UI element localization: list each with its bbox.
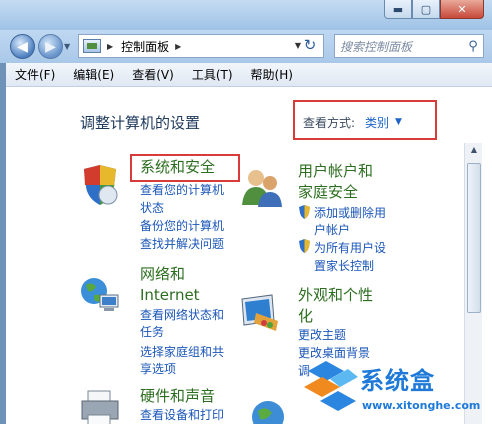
appearance-title-line1[interactable]: 外观和个性: [298, 285, 373, 306]
address-bar[interactable]: ▶ 控制面板 ▶ ▼: [78, 34, 324, 58]
minimize-button[interactable]: ▬: [384, 0, 412, 19]
network-globe-icon[interactable]: [78, 273, 122, 317]
menu-edit[interactable]: 编辑(E): [64, 66, 123, 83]
appearance-title-line2[interactable]: 化: [298, 306, 313, 327]
search-box[interactable]: 搜索控制面板 ⚲: [334, 34, 484, 58]
user-accounts-title-line1[interactable]: 用户帐户和: [298, 161, 373, 182]
watermark-name: 系统盒: [360, 367, 435, 395]
link-view-computer-status[interactable]: 查看您的计算机: [140, 182, 224, 198]
recent-pages-dropdown-icon[interactable]: ▼: [64, 42, 70, 51]
view-by-chevron-icon[interactable]: ▼: [395, 117, 402, 127]
link-view-computer-status-cont[interactable]: 状态: [140, 200, 164, 216]
menu-file[interactable]: 文件(F): [6, 66, 64, 83]
link-troubleshoot[interactable]: 查找并解决问题: [140, 236, 224, 252]
menu-bar: 文件(F) 编辑(E) 查看(V) 工具(T) 帮助(H): [6, 63, 492, 87]
window-controls: ▬ ▢ ✕: [384, 0, 484, 19]
link-homegroup[interactable]: 选择家庭组和共: [140, 344, 224, 360]
link-add-remove-user-cont[interactable]: 户帐户: [314, 222, 350, 238]
maximize-button[interactable]: ▢: [412, 0, 440, 19]
network-title-line2[interactable]: Internet: [140, 285, 200, 306]
link-backup-computer[interactable]: 备份您的计算机: [140, 218, 224, 234]
breadcrumb-separator-icon[interactable]: ▶: [107, 42, 113, 51]
menu-help[interactable]: 帮助(H): [242, 66, 302, 83]
search-icon[interactable]: ⚲: [463, 39, 483, 54]
network-title-line1[interactable]: 网络和: [140, 264, 185, 285]
printer-icon[interactable]: [78, 387, 122, 424]
hardware-sound-title[interactable]: 硬件和声音: [140, 386, 215, 407]
menu-view[interactable]: 查看(V): [123, 66, 183, 83]
back-button[interactable]: ◀: [10, 34, 35, 59]
uac-shield-icon: [299, 239, 310, 253]
control-panel-icon: [83, 39, 101, 53]
watermark-url: www.xitonghe.com: [362, 399, 481, 412]
link-add-remove-user[interactable]: 添加或删除用: [314, 205, 386, 221]
shield-icon[interactable]: [78, 163, 122, 207]
scroll-thumb[interactable]: [467, 163, 481, 313]
breadcrumb-control-panel[interactable]: 控制面板: [121, 38, 169, 55]
menu-tools[interactable]: 工具(T): [183, 66, 242, 83]
forward-button[interactable]: ▶: [38, 34, 63, 59]
close-button[interactable]: ✕: [440, 0, 484, 19]
page-title: 调整计算机的设置: [80, 114, 201, 132]
link-network-status-cont[interactable]: 任务: [140, 324, 164, 340]
link-homegroup-cont[interactable]: 享选项: [140, 361, 176, 377]
breadcrumb-chevron-icon[interactable]: ▶: [175, 42, 181, 51]
scroll-up-arrow-icon[interactable]: ▲: [467, 145, 481, 159]
user-accounts-title-line2[interactable]: 家庭安全: [298, 182, 358, 203]
link-view-devices-printers[interactable]: 查看设备和打印: [140, 407, 224, 423]
view-by-dropdown[interactable]: 类别: [365, 114, 389, 131]
system-security-title[interactable]: 系统和安全: [140, 157, 215, 178]
search-input[interactable]: 搜索控制面板: [340, 38, 463, 55]
control-panel-content: 调整计算机的设置 查看方式: 类别 ▼ 系统和安全 查看您的计算机 状态 备份您…: [6, 87, 492, 424]
view-by-highlight: 查看方式: 类别 ▼: [293, 100, 437, 140]
uac-shield-icon: [299, 205, 310, 219]
link-parental-controls[interactable]: 为所有用户设: [314, 240, 386, 256]
watermark-logo-icon: [304, 361, 358, 411]
link-change-theme[interactable]: 更改主题: [298, 327, 346, 343]
view-by-label: 查看方式:: [303, 116, 356, 130]
navigation-bar: ◀ ▶ ▼ ▶ 控制面板 ▶ ▼ ↻ 搜索控制面板 ⚲: [0, 30, 492, 63]
users-icon[interactable]: [240, 165, 284, 209]
refresh-icon[interactable]: ↻: [298, 36, 322, 56]
clock-globe-icon[interactable]: [246, 393, 290, 424]
link-parental-controls-cont[interactable]: 置家长控制: [314, 258, 374, 274]
title-bar: ▬ ▢ ✕: [0, 0, 492, 30]
watermark: 系统盒 www.xitonghe.com: [302, 357, 492, 423]
link-network-status[interactable]: 查看网络状态和: [140, 307, 224, 323]
appearance-monitor-icon[interactable]: [238, 291, 282, 335]
